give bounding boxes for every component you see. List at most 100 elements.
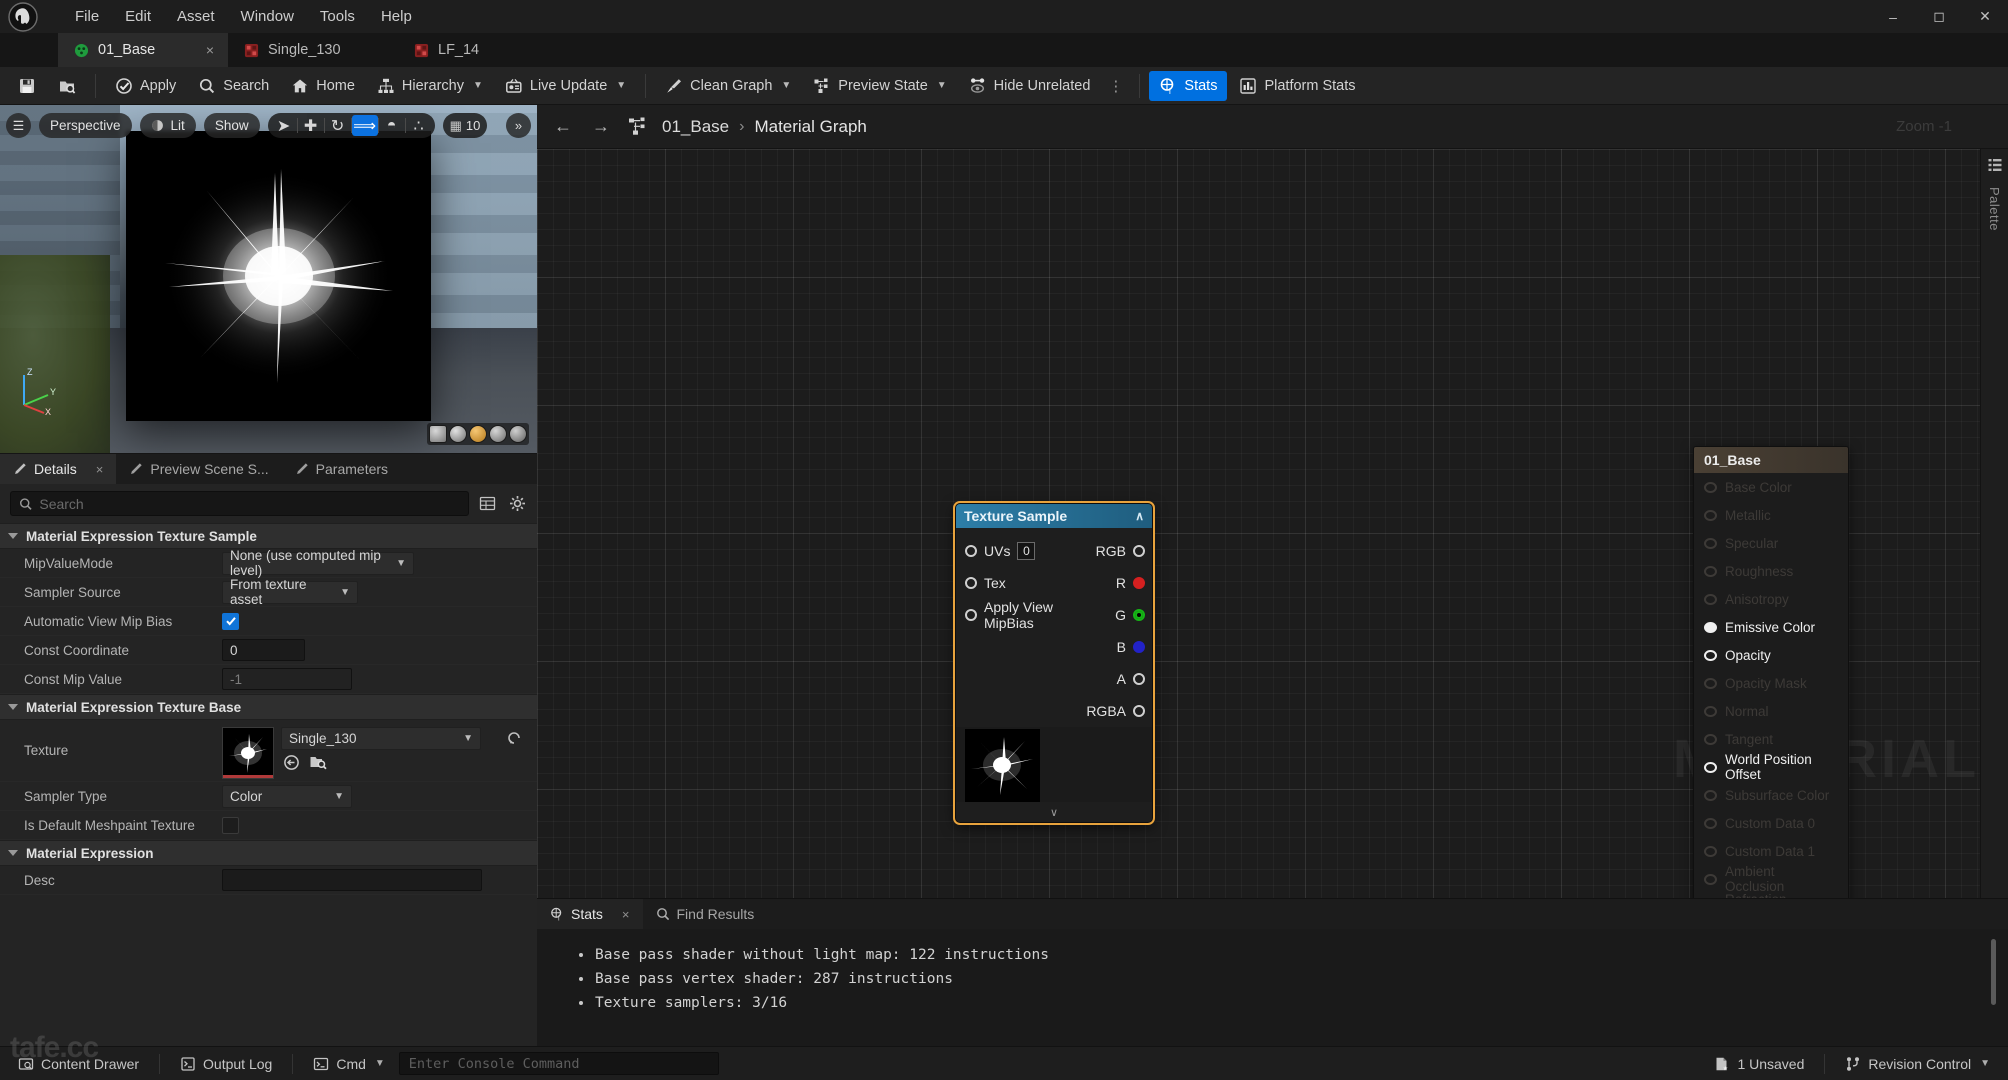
hierarchy-button[interactable]: Hierarchy ▼ xyxy=(367,71,493,101)
console-command-input-wrap[interactable] xyxy=(398,1052,719,1075)
forward-arrow-icon[interactable]: → xyxy=(589,115,613,139)
unreal-engine-logo-icon[interactable] xyxy=(0,0,46,33)
preview-shape-sphere-icon[interactable] xyxy=(449,425,467,443)
platform-stats-button[interactable]: Platform Stats xyxy=(1229,71,1365,101)
browse-to-asset-button[interactable] xyxy=(48,71,86,101)
find-in-content-browser-icon[interactable] xyxy=(309,754,328,771)
snap-tool-icon[interactable]: ∴ xyxy=(406,115,432,136)
search-button[interactable]: Search xyxy=(188,71,279,101)
material-pin-refraction[interactable]: Refraction (Disabled) xyxy=(1694,892,1848,898)
preview-shape-custom-mesh-icon[interactable] xyxy=(509,425,527,443)
const-coordinate-input[interactable]: 0 xyxy=(222,639,305,661)
material-pin-subsurface-color[interactable]: Subsurface Color xyxy=(1694,781,1848,809)
viewport-show-menu[interactable]: Show xyxy=(203,113,260,138)
material-pin-opacity[interactable]: Opacity xyxy=(1694,641,1848,669)
console-command-input[interactable] xyxy=(408,1055,709,1072)
close-icon[interactable]: ✕ xyxy=(1962,0,2008,33)
asset-tab-single-130[interactable]: Single_130 xyxy=(228,33,398,67)
category-header-material-expression[interactable]: Material Expression xyxy=(0,840,537,866)
preview-shape-plane-icon[interactable] xyxy=(489,425,507,443)
asset-tab-01-base[interactable]: 01_Base × xyxy=(58,33,228,67)
const-mip-value-input[interactable]: -1 xyxy=(222,668,352,690)
node-output-rgba[interactable]: RGBA xyxy=(1086,695,1145,727)
move-tool-icon[interactable]: ✚ xyxy=(298,115,324,136)
details-search-box[interactable] xyxy=(10,491,469,516)
node-input-uvs[interactable]: UVs 0 xyxy=(965,535,1086,567)
breadcrumb-segment-asset[interactable]: 01_Base xyxy=(662,117,729,137)
viewport-expand-icon[interactable]: » xyxy=(506,113,531,138)
clean-graph-button[interactable]: Clean Graph ▼ xyxy=(655,71,801,101)
texture-sample-node[interactable]: Texture Sample ∧ UVs 0 Tex Apply View Mi… xyxy=(955,503,1153,823)
sampler-source-dropdown[interactable]: From texture asset ▼ xyxy=(222,577,358,607)
tab-close-icon[interactable]: × xyxy=(96,462,104,477)
material-pin-anisotropy[interactable]: Anisotropy xyxy=(1694,585,1848,613)
tab-preview-scene-settings[interactable]: Preview Scene S... xyxy=(116,454,281,484)
maximize-icon[interactable]: ◻ xyxy=(1916,0,1962,33)
back-arrow-icon[interactable]: ← xyxy=(551,115,575,139)
pin-dot-icon[interactable] xyxy=(1704,873,1717,885)
uvs-inline-value[interactable]: 0 xyxy=(1017,542,1036,560)
sampler-type-dropdown[interactable]: Color ▼ xyxy=(222,784,352,808)
node-input-tex[interactable]: Tex xyxy=(965,567,1086,599)
material-pin-tangent[interactable]: Tangent xyxy=(1694,725,1848,753)
menu-tools[interactable]: Tools xyxy=(307,4,368,29)
use-selected-asset-icon[interactable] xyxy=(283,754,300,771)
preview-shape-cylinder-icon[interactable] xyxy=(429,425,447,443)
preview-state-button[interactable]: Preview State ▼ xyxy=(803,71,956,101)
viewport-camera-mode[interactable]: Perspective xyxy=(39,113,132,138)
pin-dot-icon[interactable] xyxy=(1704,621,1717,633)
pin-dot-icon[interactable] xyxy=(1133,673,1145,685)
material-pin-specular[interactable]: Specular xyxy=(1694,529,1848,557)
chevron-down-icon[interactable]: ▼ xyxy=(463,733,473,744)
menu-help[interactable]: Help xyxy=(368,4,425,29)
pin-dot-icon[interactable] xyxy=(1133,641,1145,653)
palette-side-tab[interactable]: Palette xyxy=(1980,149,2008,898)
node-output-g[interactable]: G xyxy=(1115,599,1145,631)
viewport-menu-icon[interactable]: ☰ xyxy=(6,113,31,138)
pin-dot-icon[interactable] xyxy=(965,609,977,621)
material-pin-normal[interactable]: Normal xyxy=(1694,697,1848,725)
node-collapse-icon[interactable]: ∧ xyxy=(1135,509,1144,523)
unsaved-button[interactable]: 1 Unsaved xyxy=(1704,1052,1814,1076)
pin-dot-icon[interactable] xyxy=(1704,537,1717,549)
chevron-down-icon[interactable]: ▼ xyxy=(616,80,626,91)
apply-button[interactable]: Apply xyxy=(105,71,186,101)
node-header[interactable]: Texture Sample ∧ xyxy=(956,504,1152,528)
tab-stats[interactable]: i Stats × xyxy=(537,899,643,929)
details-search-input[interactable] xyxy=(39,495,460,512)
viewport-view-mode[interactable]: Lit xyxy=(139,113,196,138)
desc-input[interactable] xyxy=(222,869,482,891)
save-button[interactable] xyxy=(8,71,46,101)
tab-close-icon[interactable]: × xyxy=(622,907,630,922)
pin-dot-icon[interactable] xyxy=(1704,509,1717,521)
pin-dot-icon[interactable] xyxy=(1704,789,1717,801)
stats-toggle-button[interactable]: i Stats xyxy=(1149,70,1228,101)
menu-file[interactable]: File xyxy=(62,4,112,29)
material-graph-canvas[interactable]: MATERIAL Texture Sample ∧ xyxy=(537,149,2008,898)
pin-dot-icon[interactable] xyxy=(1704,817,1717,829)
material-pin-opacity-mask[interactable]: Opacity Mask xyxy=(1694,669,1848,697)
chevron-down-icon[interactable]: ▼ xyxy=(781,80,791,91)
chevron-down-icon[interactable]: ▼ xyxy=(334,791,344,802)
output-log-button[interactable]: Output Log xyxy=(170,1052,282,1076)
chevron-down-icon[interactable]: ▼ xyxy=(375,1058,385,1069)
pin-dot-icon[interactable] xyxy=(1704,649,1717,661)
expand-triangle-icon[interactable] xyxy=(8,533,18,539)
pin-dot-icon[interactable] xyxy=(965,577,977,589)
node-output-a[interactable]: A xyxy=(1117,663,1145,695)
asset-tab-close-icon[interactable]: × xyxy=(188,42,214,58)
node-output-b[interactable]: B xyxy=(1117,631,1145,663)
chevron-down-icon[interactable]: ▼ xyxy=(937,80,947,91)
live-update-button[interactable]: Live Update ▼ xyxy=(495,71,636,101)
material-node-header[interactable]: 01_Base xyxy=(1694,447,1848,473)
material-pin-custom-data-0[interactable]: Custom Data 0 xyxy=(1694,809,1848,837)
menu-window[interactable]: Window xyxy=(228,4,307,29)
expand-triangle-icon[interactable] xyxy=(8,850,18,856)
chevron-down-icon[interactable]: ▼ xyxy=(1980,1058,1990,1069)
chevron-down-icon[interactable]: ▼ xyxy=(473,80,483,91)
palette-tab-label[interactable]: Palette xyxy=(1987,187,2002,231)
cmd-button[interactable]: Cmd ▼ xyxy=(303,1052,394,1076)
node-input-apply-view-mipbias[interactable]: Apply View MipBias xyxy=(965,599,1086,631)
rotate-tool-icon[interactable]: ↻ xyxy=(325,115,351,136)
scale-tool-icon[interactable]: ⟹ xyxy=(351,115,378,136)
